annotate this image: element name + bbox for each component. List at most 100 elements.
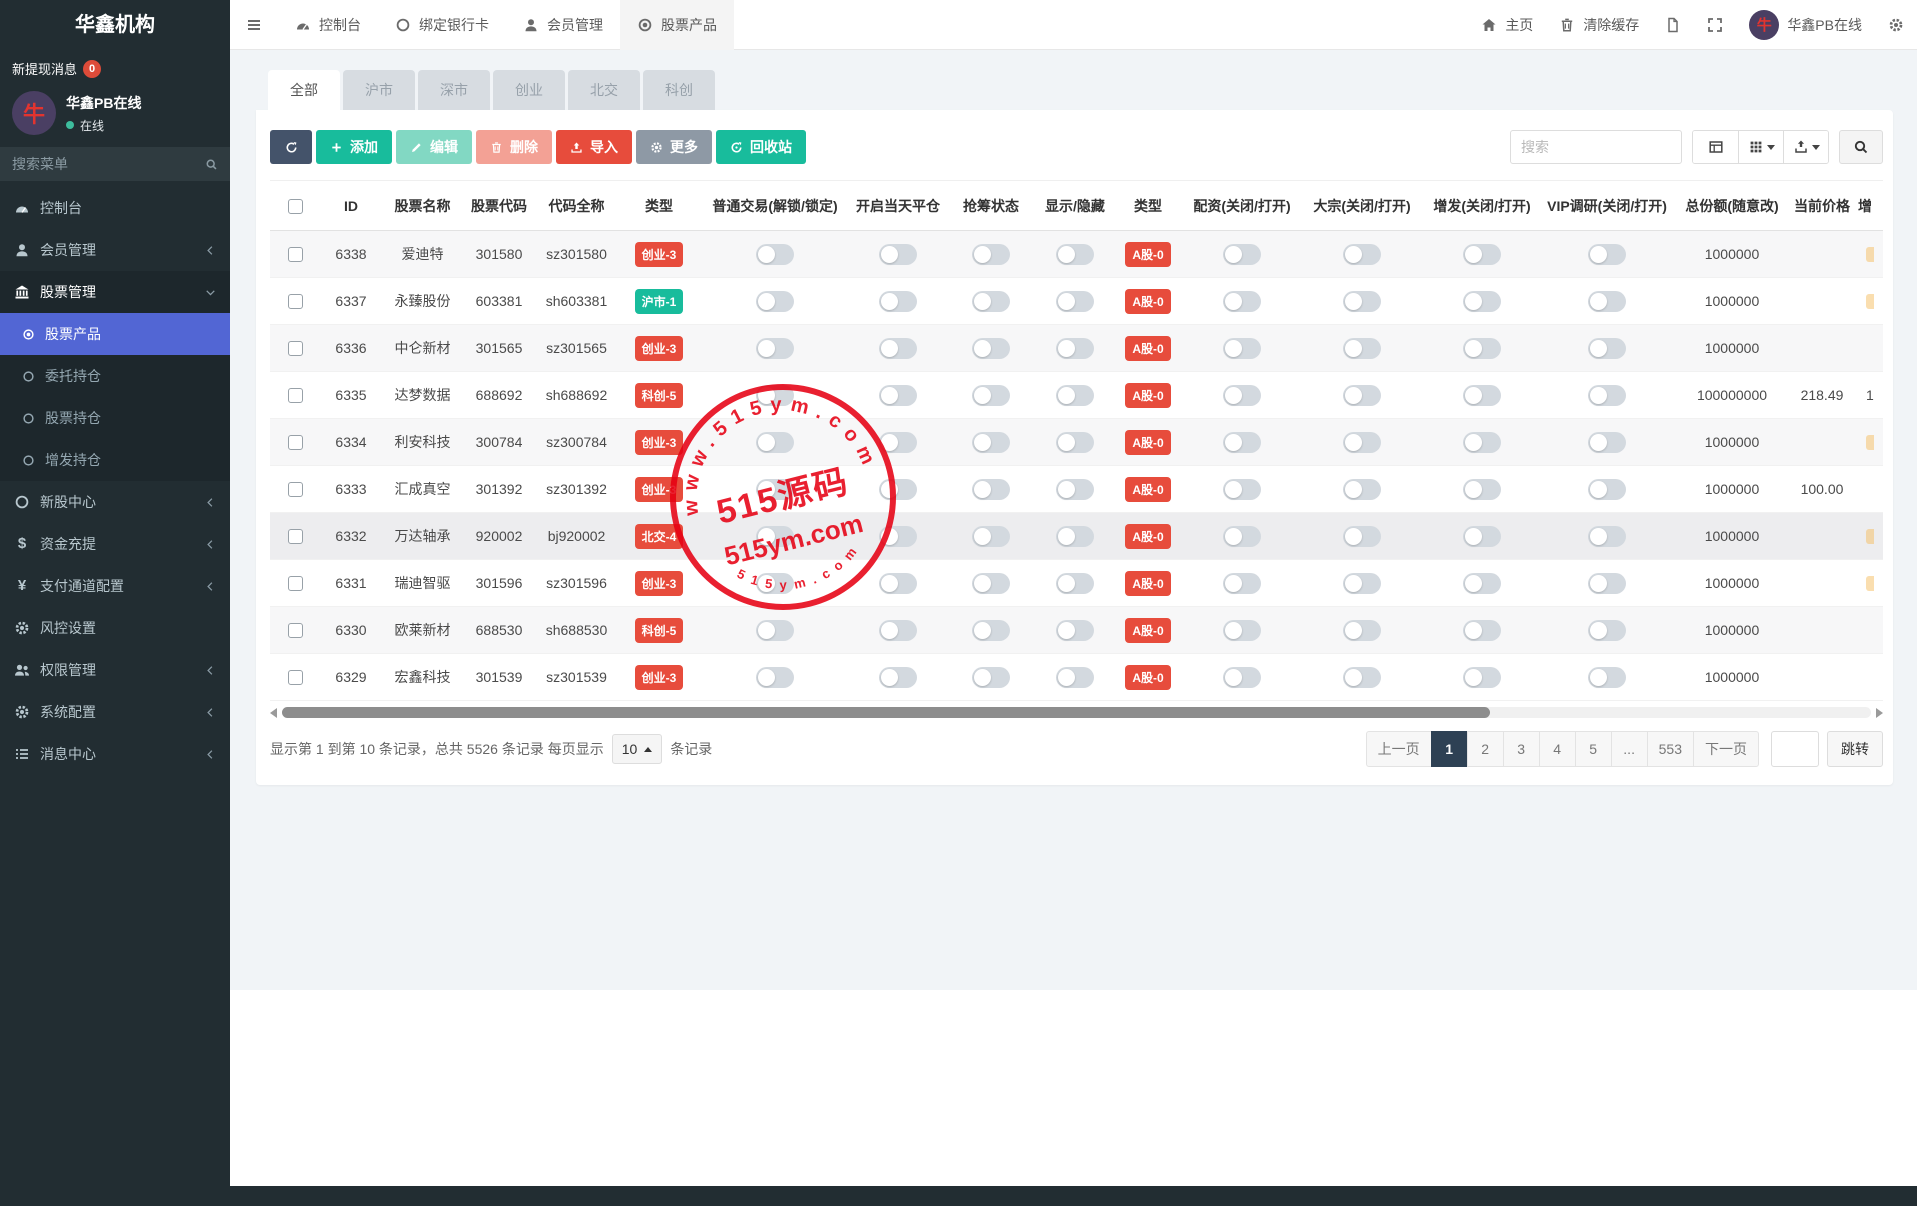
sidebar-item-payment-channel-config[interactable]: ¥支付通道配置	[0, 565, 230, 607]
tab-all[interactable]: 全部	[268, 70, 340, 110]
lock-screen-button[interactable]	[1652, 0, 1694, 50]
grab-status-toggle[interactable]	[972, 573, 1010, 594]
page-button-553[interactable]: 553	[1647, 731, 1694, 767]
vip-research-toggle[interactable]	[1588, 526, 1626, 547]
sidebar-item-message-center[interactable]: 消息中心	[0, 733, 230, 775]
close-today-toggle[interactable]	[879, 385, 917, 406]
sidebar-item-permission-management[interactable]: 权限管理	[0, 649, 230, 691]
show-hide-toggle[interactable]	[1056, 338, 1094, 359]
row-checkbox[interactable]	[288, 388, 303, 403]
block-trade-toggle[interactable]	[1343, 620, 1381, 641]
row-checkbox[interactable]	[288, 435, 303, 450]
tab-kechuang[interactable]: 科创	[643, 70, 715, 110]
row-checkbox[interactable]	[288, 529, 303, 544]
export-button[interactable]	[1783, 131, 1828, 163]
issuance-toggle[interactable]	[1463, 573, 1501, 594]
more-button[interactable]: 更多	[636, 130, 712, 164]
allocation-toggle[interactable]	[1223, 526, 1261, 547]
row-checkbox[interactable]	[288, 294, 303, 309]
block-trade-toggle[interactable]	[1343, 432, 1381, 453]
allocation-toggle[interactable]	[1223, 338, 1261, 359]
issuance-toggle[interactable]	[1463, 667, 1501, 688]
normal-trade-toggle[interactable]	[756, 526, 794, 547]
show-hide-toggle[interactable]	[1056, 291, 1094, 312]
row-checkbox[interactable]	[288, 623, 303, 638]
grab-status-toggle[interactable]	[972, 432, 1010, 453]
close-today-toggle[interactable]	[879, 620, 917, 641]
show-hide-toggle[interactable]	[1056, 620, 1094, 641]
block-trade-toggle[interactable]	[1343, 573, 1381, 594]
show-hide-toggle[interactable]	[1056, 667, 1094, 688]
navbar-user-menu[interactable]: 牛 华鑫PB在线	[1736, 0, 1875, 50]
tab-shanghai[interactable]: 沪市	[343, 70, 415, 110]
prev-page-button[interactable]: 上一页	[1366, 731, 1432, 767]
allocation-toggle[interactable]	[1223, 620, 1261, 641]
vip-research-toggle[interactable]	[1588, 244, 1626, 265]
normal-trade-toggle[interactable]	[756, 432, 794, 453]
grab-status-toggle[interactable]	[972, 244, 1010, 265]
scroll-right-arrow[interactable]	[1876, 708, 1883, 718]
vip-research-toggle[interactable]	[1588, 291, 1626, 312]
row-checkbox[interactable]	[288, 670, 303, 685]
grab-status-toggle[interactable]	[972, 526, 1010, 547]
withdraw-notice[interactable]: 新提现消息 0	[0, 50, 230, 85]
page-button-4[interactable]: 4	[1539, 731, 1576, 767]
normal-trade-toggle[interactable]	[756, 479, 794, 500]
issuance-toggle[interactable]	[1463, 526, 1501, 547]
topnav-item-bind-bank-card[interactable]: 绑定银行卡	[378, 0, 506, 50]
issuance-toggle[interactable]	[1463, 432, 1501, 453]
topnav-item-member-management[interactable]: 会员管理	[506, 0, 620, 50]
clear-cache-button[interactable]: 清除缓存	[1546, 0, 1652, 50]
close-today-toggle[interactable]	[879, 526, 917, 547]
grab-status-toggle[interactable]	[972, 620, 1010, 641]
recycle-bin-button[interactable]: 回收站	[716, 130, 806, 164]
allocation-toggle[interactable]	[1223, 385, 1261, 406]
sidebar-item-member-management[interactable]: 会员管理	[0, 229, 230, 271]
allocation-toggle[interactable]	[1223, 479, 1261, 500]
sidebar-item-entrust-positions[interactable]: 委托持仓	[0, 355, 230, 397]
jump-page-input[interactable]	[1771, 731, 1819, 767]
row-checkbox[interactable]	[288, 576, 303, 591]
sidebar-item-dashboard[interactable]: 控制台	[0, 187, 230, 229]
row-checkbox[interactable]	[288, 247, 303, 262]
normal-trade-toggle[interactable]	[756, 291, 794, 312]
edit-button[interactable]: 编辑	[396, 130, 472, 164]
scrollbar-track[interactable]	[282, 707, 1871, 718]
vip-research-toggle[interactable]	[1588, 667, 1626, 688]
close-today-toggle[interactable]	[879, 667, 917, 688]
topnav-item-dashboard[interactable]: 控制台	[278, 0, 378, 50]
columns-button[interactable]	[1738, 131, 1783, 163]
grab-status-toggle[interactable]	[972, 667, 1010, 688]
scroll-left-arrow[interactable]	[270, 708, 277, 718]
grab-status-toggle[interactable]	[972, 338, 1010, 359]
sidebar-item-stock-products[interactable]: 股票产品	[0, 313, 230, 355]
vip-research-toggle[interactable]	[1588, 338, 1626, 359]
sidebar-item-risk-control-settings[interactable]: 风控设置	[0, 607, 230, 649]
add-button[interactable]: 添加	[316, 130, 392, 164]
sidebar-search-input[interactable]	[12, 156, 205, 172]
block-trade-toggle[interactable]	[1343, 385, 1381, 406]
show-hide-toggle[interactable]	[1056, 385, 1094, 406]
show-hide-toggle[interactable]	[1056, 479, 1094, 500]
import-button[interactable]: 导入	[556, 130, 632, 164]
normal-trade-toggle[interactable]	[756, 620, 794, 641]
show-hide-toggle[interactable]	[1056, 244, 1094, 265]
show-hide-toggle[interactable]	[1056, 526, 1094, 547]
normal-trade-toggle[interactable]	[756, 338, 794, 359]
topnav-item-stock-products[interactable]: 股票产品	[620, 0, 734, 50]
search-icon[interactable]	[205, 158, 218, 171]
tab-beijiao[interactable]: 北交	[568, 70, 640, 110]
allocation-toggle[interactable]	[1223, 432, 1261, 453]
close-today-toggle[interactable]	[879, 244, 917, 265]
close-today-toggle[interactable]	[879, 338, 917, 359]
select-all-checkbox[interactable]	[288, 199, 303, 214]
close-today-toggle[interactable]	[879, 479, 917, 500]
show-hide-toggle[interactable]	[1056, 573, 1094, 594]
tab-shenzhen[interactable]: 深市	[418, 70, 490, 110]
show-hide-toggle[interactable]	[1056, 432, 1094, 453]
sidebar-item-new-stock-center[interactable]: 新股中心	[0, 481, 230, 523]
row-checkbox[interactable]	[288, 341, 303, 356]
normal-trade-toggle[interactable]	[756, 385, 794, 406]
fullscreen-button[interactable]	[1694, 0, 1736, 50]
vip-research-toggle[interactable]	[1588, 432, 1626, 453]
